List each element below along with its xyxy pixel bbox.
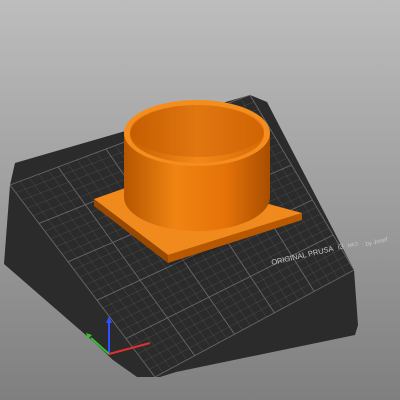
model-cylinder-inner-shade	[130, 105, 264, 157]
3d-viewport[interactable]: ORIGINAL PRUSA i3 MK3 by Josef	[0, 0, 400, 400]
